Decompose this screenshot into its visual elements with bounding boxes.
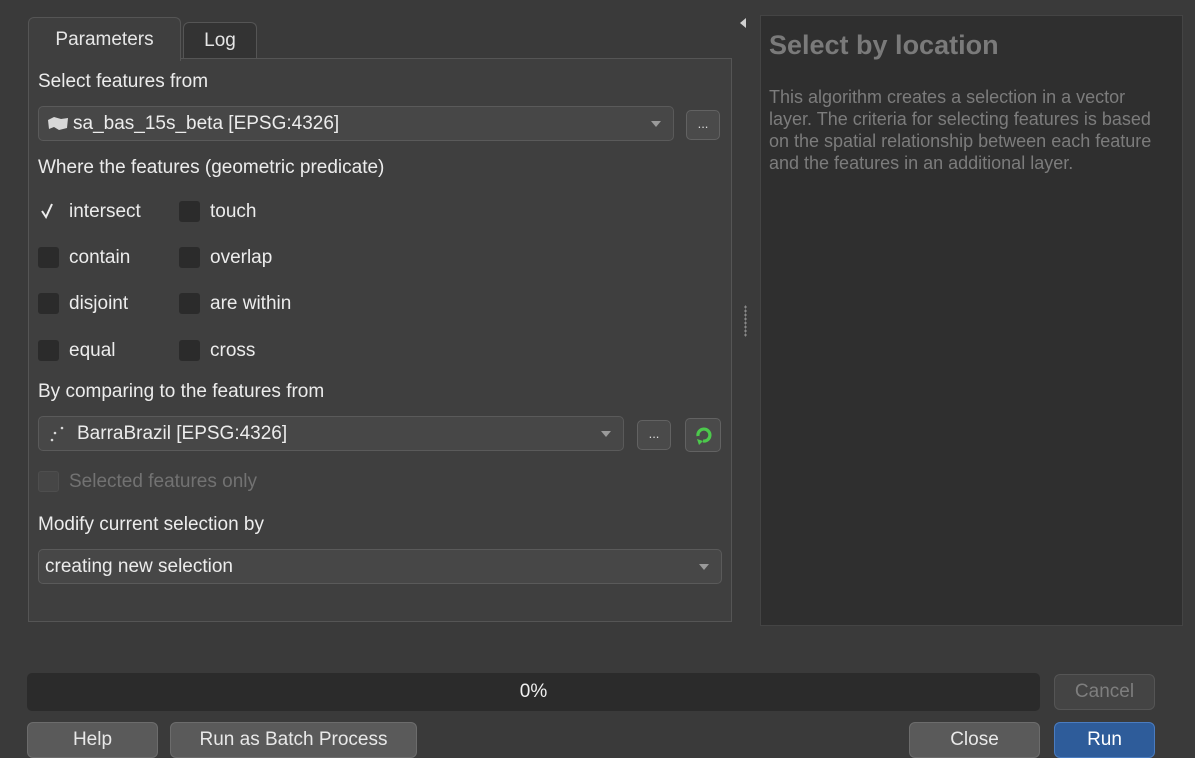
modify-label: Modify current selection by bbox=[38, 514, 264, 535]
parameters-panel: Select features from sa_bas_15s_beta [EP… bbox=[28, 58, 732, 622]
collapse-panel-icon[interactable] bbox=[740, 18, 746, 28]
touch-label: touch bbox=[210, 201, 257, 222]
disjoint-label: disjoint bbox=[69, 293, 129, 314]
tab-log[interactable]: Log bbox=[183, 22, 257, 59]
input-layer-value: sa_bas_15s_beta [EPSG:4326] bbox=[73, 112, 340, 134]
compare-label: By comparing to the features from bbox=[38, 381, 325, 402]
are-within-label: are within bbox=[210, 293, 292, 314]
chevron-down-icon bbox=[699, 564, 709, 570]
compare-layer-options-button[interactable]: ... bbox=[637, 420, 671, 450]
predicate-label: Where the features (geometric predicate) bbox=[38, 157, 385, 178]
chevron-down-icon bbox=[601, 431, 611, 437]
polygon-layer-icon bbox=[48, 116, 68, 130]
help-panel: Select by location This algorithm create… bbox=[760, 15, 1183, 626]
iterate-button[interactable] bbox=[685, 418, 721, 452]
help-body: This algorithm creates a selection in a … bbox=[769, 87, 1152, 173]
overlap-label: overlap bbox=[210, 247, 273, 268]
splitter-handle[interactable] bbox=[744, 305, 747, 337]
close-button[interactable]: Close bbox=[909, 722, 1040, 758]
compare-layer-combo[interactable]: BarraBrazil [EPSG:4326] bbox=[38, 416, 624, 451]
run-batch-button[interactable]: Run as Batch Process bbox=[170, 722, 417, 758]
point-layer-icon bbox=[50, 426, 64, 441]
select-from-label: Select features from bbox=[38, 71, 209, 92]
selected-only-label: Selected features only bbox=[69, 471, 258, 492]
disjoint-checkbox[interactable] bbox=[38, 293, 59, 314]
overlap-checkbox[interactable] bbox=[179, 247, 200, 268]
equal-label: equal bbox=[69, 340, 116, 361]
selected-only-checkbox[interactable] bbox=[38, 471, 59, 492]
run-button[interactable]: Run bbox=[1054, 722, 1155, 758]
help-title: Select by location bbox=[769, 30, 999, 60]
equal-checkbox[interactable] bbox=[38, 340, 59, 361]
cross-label: cross bbox=[210, 340, 256, 361]
cross-checkbox[interactable] bbox=[179, 340, 200, 361]
touch-checkbox[interactable] bbox=[179, 201, 200, 222]
input-layer-combo[interactable]: sa_bas_15s_beta [EPSG:4326] bbox=[38, 106, 674, 141]
help-button[interactable]: Help bbox=[27, 722, 158, 758]
contain-label: contain bbox=[69, 247, 131, 268]
contain-checkbox[interactable] bbox=[38, 247, 59, 268]
modify-selection-value: creating new selection bbox=[45, 555, 233, 577]
intersect-label: intersect bbox=[69, 201, 141, 222]
input-layer-options-button[interactable]: ... bbox=[686, 110, 720, 140]
iterate-icon bbox=[696, 427, 712, 445]
intersect-checkbox[interactable] bbox=[38, 201, 59, 222]
cancel-button[interactable]: Cancel bbox=[1054, 674, 1155, 710]
tab-parameters[interactable]: Parameters bbox=[28, 17, 181, 61]
modify-selection-combo[interactable]: creating new selection bbox=[38, 549, 722, 584]
checkmark-icon bbox=[41, 203, 53, 220]
are-within-checkbox[interactable] bbox=[179, 293, 200, 314]
progress-bar: 0% bbox=[27, 673, 1040, 711]
chevron-down-icon bbox=[651, 121, 661, 127]
compare-layer-value: BarraBrazil [EPSG:4326] bbox=[77, 422, 288, 444]
progress-text: 0% bbox=[519, 681, 548, 702]
